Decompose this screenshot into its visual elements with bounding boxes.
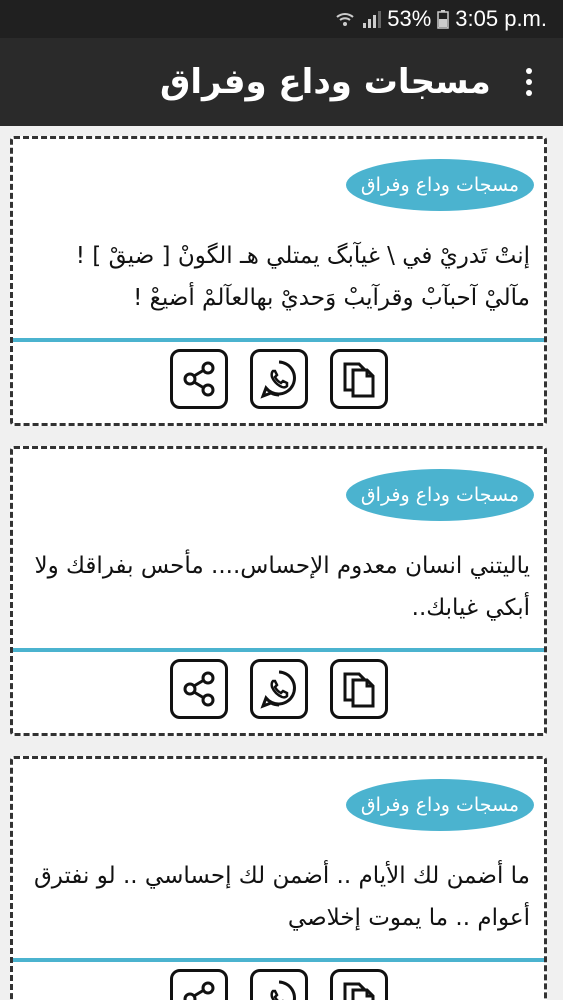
message-card: مسجات وداع وفراق ياليتني انسان معدوم الإ… (10, 446, 547, 736)
whatsapp-icon (259, 670, 296, 709)
whatsapp-icon (259, 360, 296, 399)
copy-button[interactable] (329, 659, 388, 719)
copy-icon (343, 672, 374, 708)
action-row (13, 659, 544, 719)
category-tag: مسجات وداع وفراق (346, 159, 534, 211)
copy-button[interactable] (329, 349, 388, 409)
action-row (13, 349, 544, 409)
copy-icon (343, 982, 374, 1000)
share-button[interactable] (169, 969, 228, 1000)
divider (13, 958, 544, 962)
divider (13, 338, 544, 342)
message-text: ياليتني انسان معدوم الإحساس.... مأحس بفر… (34, 553, 530, 621)
battery-level: 53% (387, 6, 432, 31)
overflow-menu-icon[interactable] (515, 62, 543, 102)
wifi-icon (335, 9, 355, 29)
signal-icon (361, 9, 382, 29)
app-bar: مسجات وداع وفراق (0, 38, 563, 126)
app-title: مسجات وداع وفراق (160, 62, 491, 102)
share-button[interactable] (169, 349, 228, 409)
share-button[interactable] (169, 659, 228, 719)
share-icon (183, 361, 214, 397)
share-icon (183, 671, 214, 707)
action-row (13, 969, 544, 1000)
battery-icon (437, 9, 450, 29)
message-card: مسجات وداع وفراق ما أضمن لك الأيام .. أض… (10, 756, 547, 1000)
share-icon (183, 981, 214, 1000)
whatsapp-button[interactable] (249, 659, 308, 719)
clock: 3:05 p.m. (455, 6, 547, 31)
whatsapp-button[interactable] (249, 969, 308, 1000)
status-bar: 53% 3:05 p.m. (0, 0, 563, 38)
category-tag: مسجات وداع وفراق (346, 469, 534, 521)
message-text: إنتْ تَدريْ في \ غيآبگ يمتلي هـ الگونْ [… (75, 243, 530, 311)
divider (13, 648, 544, 652)
whatsapp-icon (269, 980, 296, 1000)
message-list[interactable]: مسجات وداع وفراق إنتْ تَدريْ في \ غيآبگ … (0, 126, 563, 1000)
message-card: مسجات وداع وفراق إنتْ تَدريْ في \ غيآبگ … (10, 136, 547, 426)
whatsapp-button[interactable] (249, 349, 308, 409)
copy-icon (343, 362, 374, 398)
message-text: ما أضمن لك الأيام .. أضمن لك إحساسي .. ل… (33, 863, 530, 931)
copy-button[interactable] (329, 969, 388, 1000)
category-tag: مسجات وداع وفراق (346, 779, 534, 831)
